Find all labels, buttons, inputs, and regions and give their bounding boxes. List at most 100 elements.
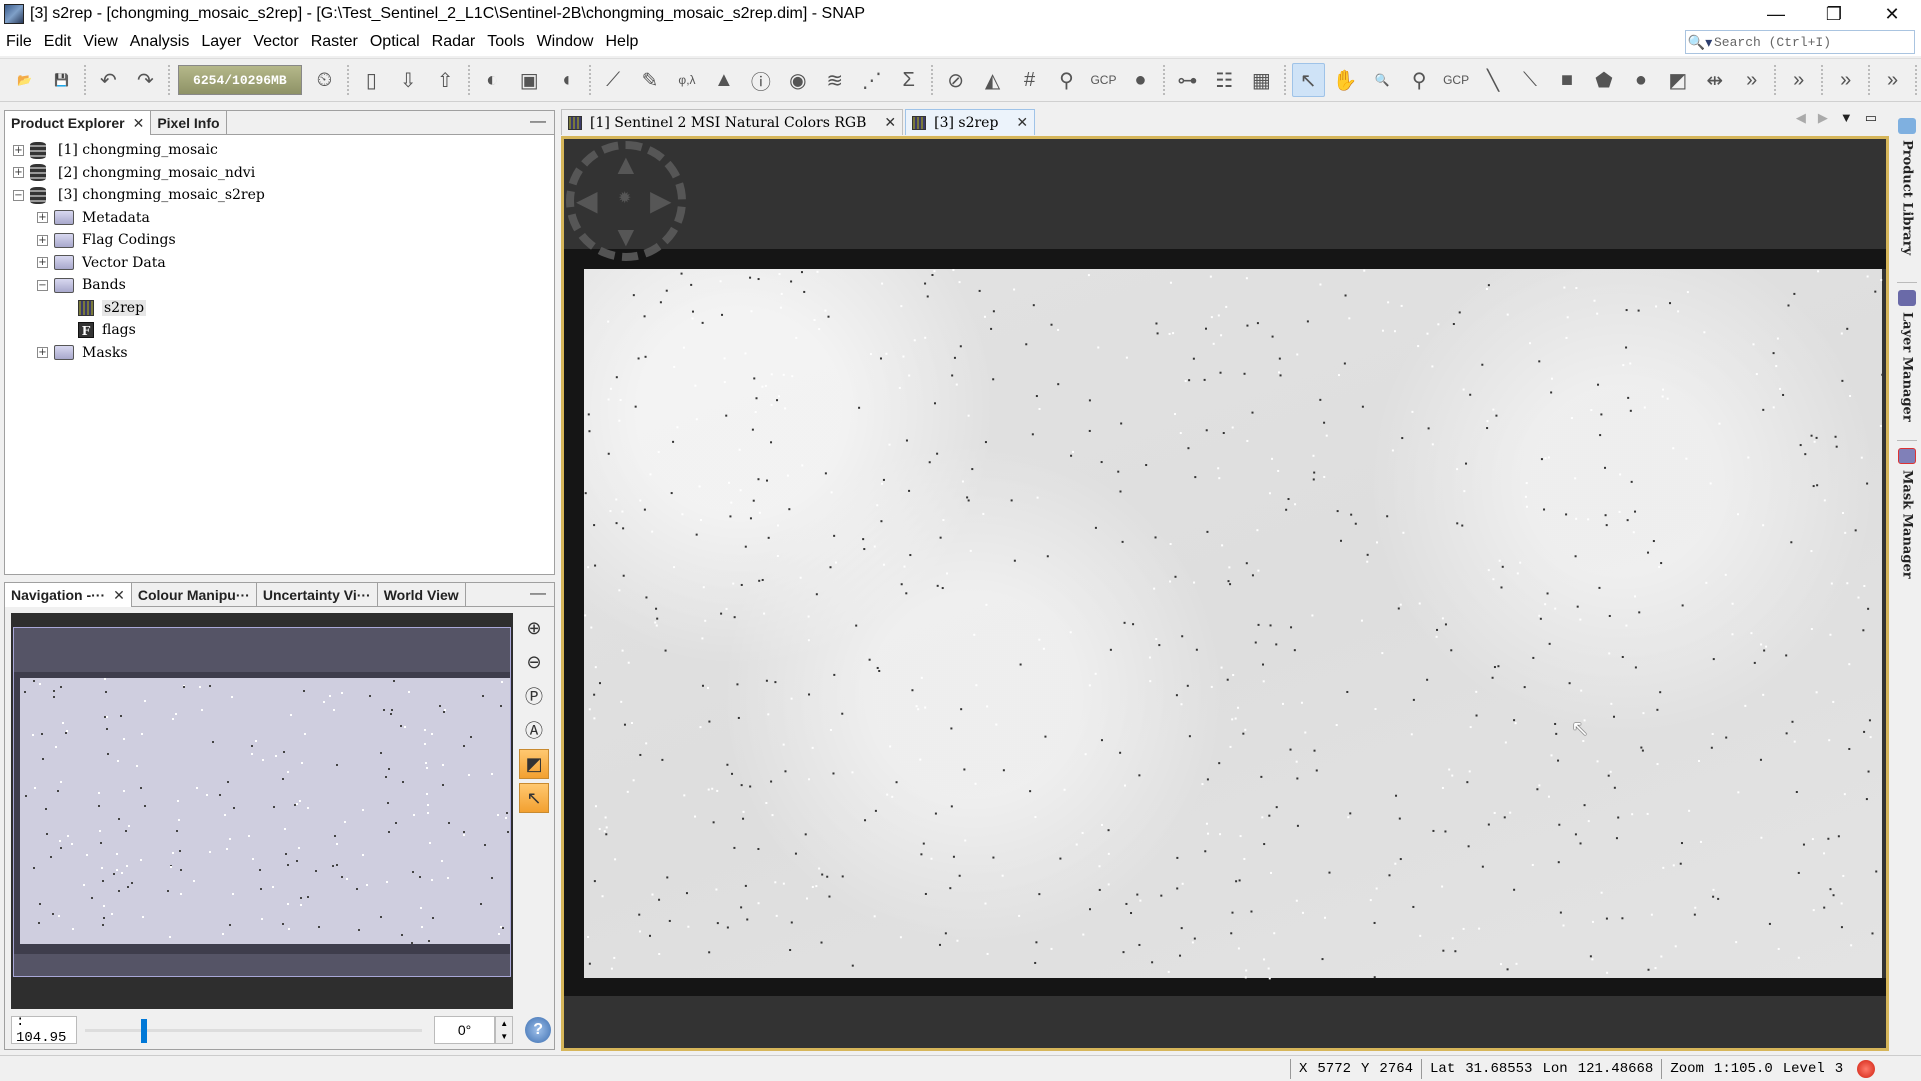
toolbar-separator[interactable] (1868, 65, 1871, 95)
select-tool-icon[interactable]: ↖ (1291, 63, 1325, 97)
toolbar-separator[interactable] (83, 65, 86, 95)
restore-button[interactable]: ❐ (1805, 0, 1863, 28)
profile-plot-icon[interactable]: ≋ (818, 63, 851, 97)
toolbar-separator[interactable] (931, 65, 934, 95)
open-product-icon[interactable]: 📂 (8, 63, 41, 97)
export-icon[interactable]: ⇧ (429, 63, 462, 97)
tab-product-explorer[interactable]: Product Explorer ✕ (5, 111, 152, 135)
close-window-button[interactable]: ✕ (1863, 0, 1921, 28)
memory-indicator[interactable]: 6254/10296MB (177, 65, 302, 95)
navigation-viewport-frame[interactable] (13, 627, 511, 977)
close-tab-icon[interactable]: ✕ (113, 587, 125, 604)
toolbar-separator[interactable] (1774, 65, 1777, 95)
information-icon[interactable]: ⓘ (744, 63, 777, 97)
tree-node-label[interactable]: Metadata (82, 210, 150, 226)
expand-icon[interactable]: + (37, 257, 48, 269)
pin-placing-tool-icon[interactable]: ⚲ (1403, 63, 1436, 97)
tab-pixel-info[interactable]: Pixel Info (151, 111, 227, 135)
menu-window[interactable]: Window (531, 33, 600, 51)
world-map-icon[interactable]: ▣ (513, 63, 546, 97)
graph-builder-icon[interactable]: ⊶ (1171, 63, 1204, 97)
document-tab[interactable]: [1] Sentinel 2 MSI Natural Colors RGB ✕ (561, 109, 904, 135)
tree-node[interactable]: + Metadata (5, 207, 554, 230)
tree-node-label[interactable]: Bands (82, 277, 126, 293)
zoom-in-icon[interactable]: ⊕ (519, 613, 549, 643)
minimize-panel-button[interactable]: — (530, 113, 546, 131)
toolbar-separator[interactable] (1821, 65, 1824, 95)
line-drawing-tool-icon[interactable]: ╲ (1477, 63, 1510, 97)
tab-world-view[interactable]: World View (378, 583, 466, 607)
expand-icon[interactable]: + (37, 212, 48, 224)
tree-node[interactable]: + Flag Codings (5, 229, 554, 252)
toolbar-separator[interactable] (588, 65, 591, 95)
pan-right-icon[interactable]: ▶ (650, 187, 672, 215)
tab-navigation[interactable]: Navigation -··· ✕ (5, 583, 132, 607)
undo-icon[interactable]: ↶ (92, 63, 125, 97)
minimize-button[interactable]: — (1747, 0, 1805, 28)
rotation-spinner[interactable]: ▲ ▼ (495, 1016, 514, 1044)
wave-icon[interactable]: ◖ (550, 63, 583, 97)
toolbar-separator[interactable] (467, 65, 470, 95)
menu-radar[interactable]: Radar (426, 33, 482, 51)
tab-list-dropdown-icon[interactable]: ▼ (1840, 110, 1853, 126)
overlay-gcp-icon[interactable]: GCP (1087, 63, 1120, 97)
tab-scroll-left-icon[interactable]: ◀ (1796, 110, 1806, 126)
spinner-up-icon[interactable]: ▲ (500, 1019, 508, 1028)
menu-tools[interactable]: Tools (481, 33, 530, 51)
pen-icon[interactable]: ✎ (634, 63, 667, 97)
save-product-icon[interactable]: 💾 (45, 63, 78, 97)
band-maths-icon[interactable]: Σ (892, 63, 925, 97)
magic-wand-tool-icon[interactable]: ◩ (1661, 63, 1694, 97)
toolbar-separator[interactable] (1162, 65, 1165, 95)
pan-compass-control[interactable]: ▲ ▼ ◀ ▶ ✹ (566, 141, 686, 261)
menu-edit[interactable]: Edit (38, 33, 78, 51)
image-canvas[interactable]: ▲ ▼ ◀ ▶ ✹ ↖ (564, 139, 1886, 1048)
overlay-shape-icon[interactable]: ● (1124, 63, 1157, 97)
redo-icon[interactable]: ↷ (129, 63, 162, 97)
search-input[interactable]: 🔍▾ Search (Ctrl+I) (1685, 30, 1915, 54)
world-wind-icon[interactable]: ▦ (1245, 63, 1278, 97)
zoom-out-icon[interactable]: ⊖ (519, 647, 549, 677)
toolbar-separator[interactable] (1283, 65, 1286, 95)
tab-uncertainty-vi[interactable]: Uncertainty Vi··· (257, 583, 378, 607)
collapse-icon[interactable]: − (13, 189, 24, 201)
zoom-tool-icon[interactable]: 🔍 (1366, 63, 1399, 97)
tree-node-label[interactable]: [1] chongming_mosaic (58, 142, 218, 158)
statistics-icon[interactable]: ◉ (781, 63, 814, 97)
zoom-slider[interactable] (84, 1016, 422, 1044)
tree-node[interactable]: − [3] chongming_mosaic_s2rep (5, 184, 554, 207)
overlay-image-icon[interactable]: ◭ (976, 63, 1009, 97)
zoom-factor-field[interactable]: : 104.95 (11, 1014, 77, 1046)
menu-vector[interactable]: Vector (247, 33, 304, 51)
menu-file[interactable]: File (0, 33, 38, 51)
pan-down-icon[interactable]: ▼ (612, 223, 640, 251)
tree-node[interactable]: + Masks (5, 342, 554, 365)
rotation-field[interactable]: 0° (433, 1016, 496, 1044)
navigation-overview[interactable] (11, 613, 513, 1009)
menu-raster[interactable]: Raster (305, 33, 364, 51)
tree-node[interactable]: Fflags (5, 319, 554, 342)
session-icon[interactable]: ⏲ (308, 63, 341, 97)
tree-node[interactable]: + [1] chongming_mosaic (5, 139, 554, 162)
overlay-grid-icon[interactable]: # (1013, 63, 1046, 97)
menu-layer[interactable]: Layer (195, 33, 247, 51)
polygon-drawing-tool-icon[interactable]: ⬟ (1587, 63, 1620, 97)
tree-node[interactable]: s2rep (5, 297, 554, 320)
tree-node-label[interactable]: flags (102, 322, 136, 338)
polyline-drawing-tool-icon[interactable]: ⟍ (1514, 63, 1547, 97)
overlay-none-icon[interactable]: ⊘ (939, 63, 972, 97)
tree-node-label[interactable]: [3] chongming_mosaic_s2rep (58, 187, 265, 203)
zoom-slider-thumb[interactable] (141, 1019, 148, 1043)
ellipse-drawing-tool-icon[interactable]: ● (1624, 63, 1657, 97)
zoom-all-icon[interactable]: Ⓐ (519, 715, 549, 745)
side-tab-layer-manager[interactable]: Layer Manager (1895, 290, 1919, 422)
tree-node-label[interactable]: Masks (82, 345, 128, 361)
tree-node[interactable]: + [2] chongming_mosaic_ndvi (5, 162, 554, 185)
menu-optical[interactable]: Optical (364, 33, 426, 51)
document-tab[interactable]: [3] s2rep ✕ (905, 109, 1036, 135)
zoom-pixel-icon[interactable]: Ⓟ (519, 681, 549, 711)
menu-view[interactable]: View (77, 33, 123, 51)
side-tab-mask-manager[interactable]: Mask Manager (1895, 448, 1919, 579)
more-3-icon[interactable]: » (1829, 63, 1862, 97)
menu-analysis[interactable]: Analysis (124, 33, 196, 51)
